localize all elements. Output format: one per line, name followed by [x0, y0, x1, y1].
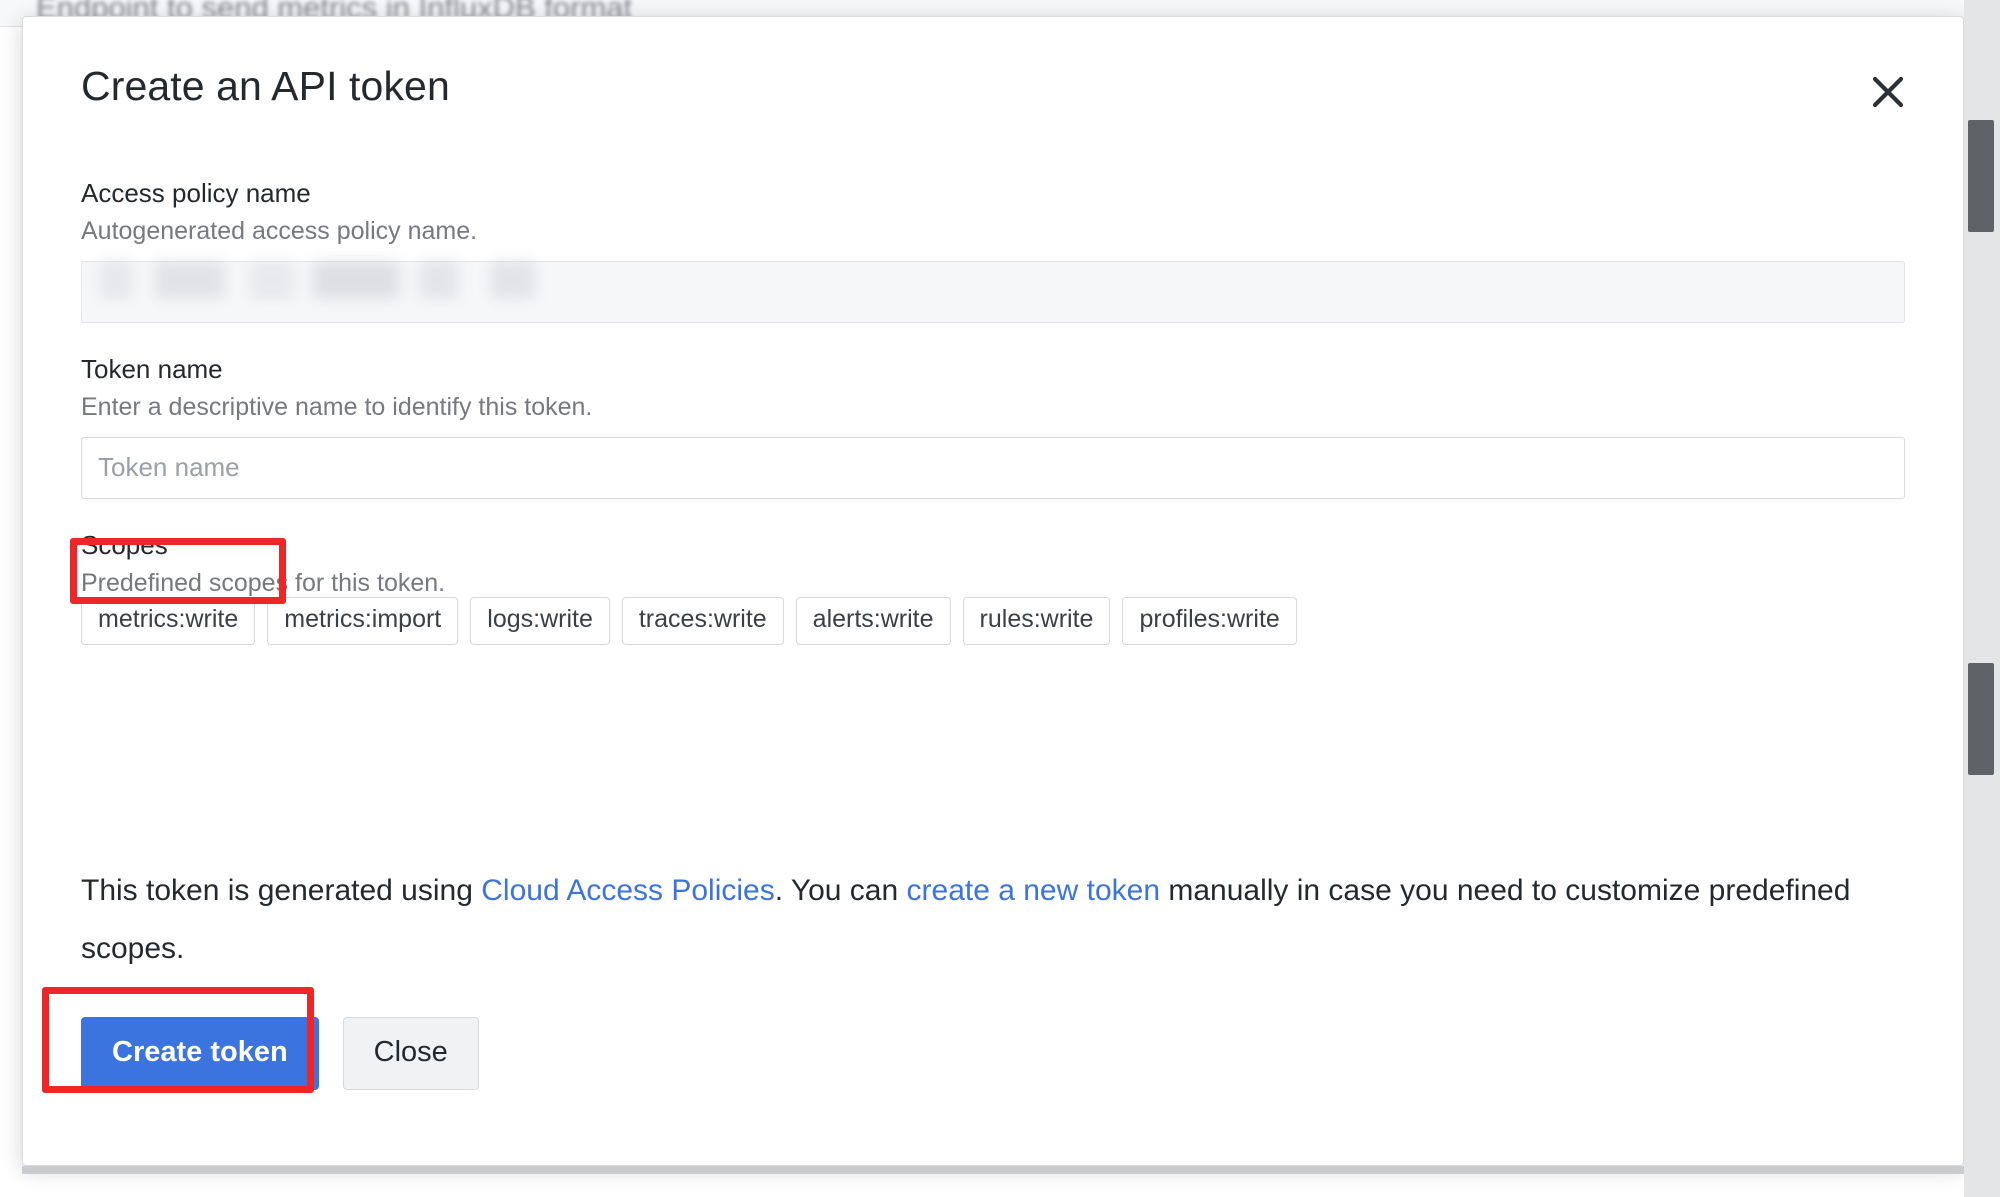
token-name-input[interactable] [81, 436, 1905, 499]
scope-chip: alerts:write [795, 597, 951, 645]
create-token-button[interactable]: Create token [81, 1017, 319, 1090]
create-api-token-modal: Create an API token Access policy name A… [22, 16, 1964, 1166]
screen: Endpoint to send metrics in InfluxDB for… [0, 0, 2000, 1197]
redacted-value-overlay [99, 260, 535, 299]
token-note: This token is generated using Cloud Acce… [81, 862, 1921, 978]
create-a-new-token-link[interactable]: create a new token [907, 874, 1161, 907]
scrollbar-thumb[interactable] [1968, 663, 1994, 775]
token-name-help: Enter a descriptive name to identify thi… [81, 392, 593, 421]
access-policy-name-field: Access policy name Autogenerated access … [81, 177, 1905, 323]
scrollbar-track[interactable] [1964, 0, 2000, 1197]
access-policy-name-label: Access policy name [81, 178, 311, 208]
scope-chip: metrics:import [267, 597, 459, 645]
scope-chip-list: metrics:write metrics:import logs:write … [81, 597, 1297, 645]
access-policy-name-help: Autogenerated access policy name. [81, 216, 478, 245]
scope-chip: traces:write [621, 597, 784, 645]
scope-chip: profiles:write [1122, 597, 1297, 645]
scopes-field: Scopes Predefined scopes for this token. [81, 529, 445, 599]
close-button[interactable]: Close [342, 1017, 479, 1090]
token-name-field: Token name Enter a descriptive name to i… [81, 353, 1905, 499]
cloud-access-policies-link[interactable]: Cloud Access Policies [481, 874, 774, 907]
close-icon[interactable] [1865, 69, 1911, 115]
modal-title: Create an API token [81, 63, 450, 109]
scrollbar-thumb[interactable] [1968, 120, 1994, 232]
scope-chip: logs:write [470, 597, 610, 645]
token-name-label: Token name [81, 354, 223, 384]
modal-bottom-edge [22, 1166, 1964, 1174]
scopes-help: Predefined scopes for this token. [81, 568, 446, 597]
scopes-label: Scopes [81, 530, 168, 560]
scope-chip: rules:write [962, 597, 1111, 645]
modal-footer: Create token Close [81, 1017, 479, 1090]
note-text-part1: This token is generated using [81, 874, 482, 907]
scope-chip: metrics:write [81, 597, 256, 645]
note-text-part2: . You can [774, 874, 907, 907]
